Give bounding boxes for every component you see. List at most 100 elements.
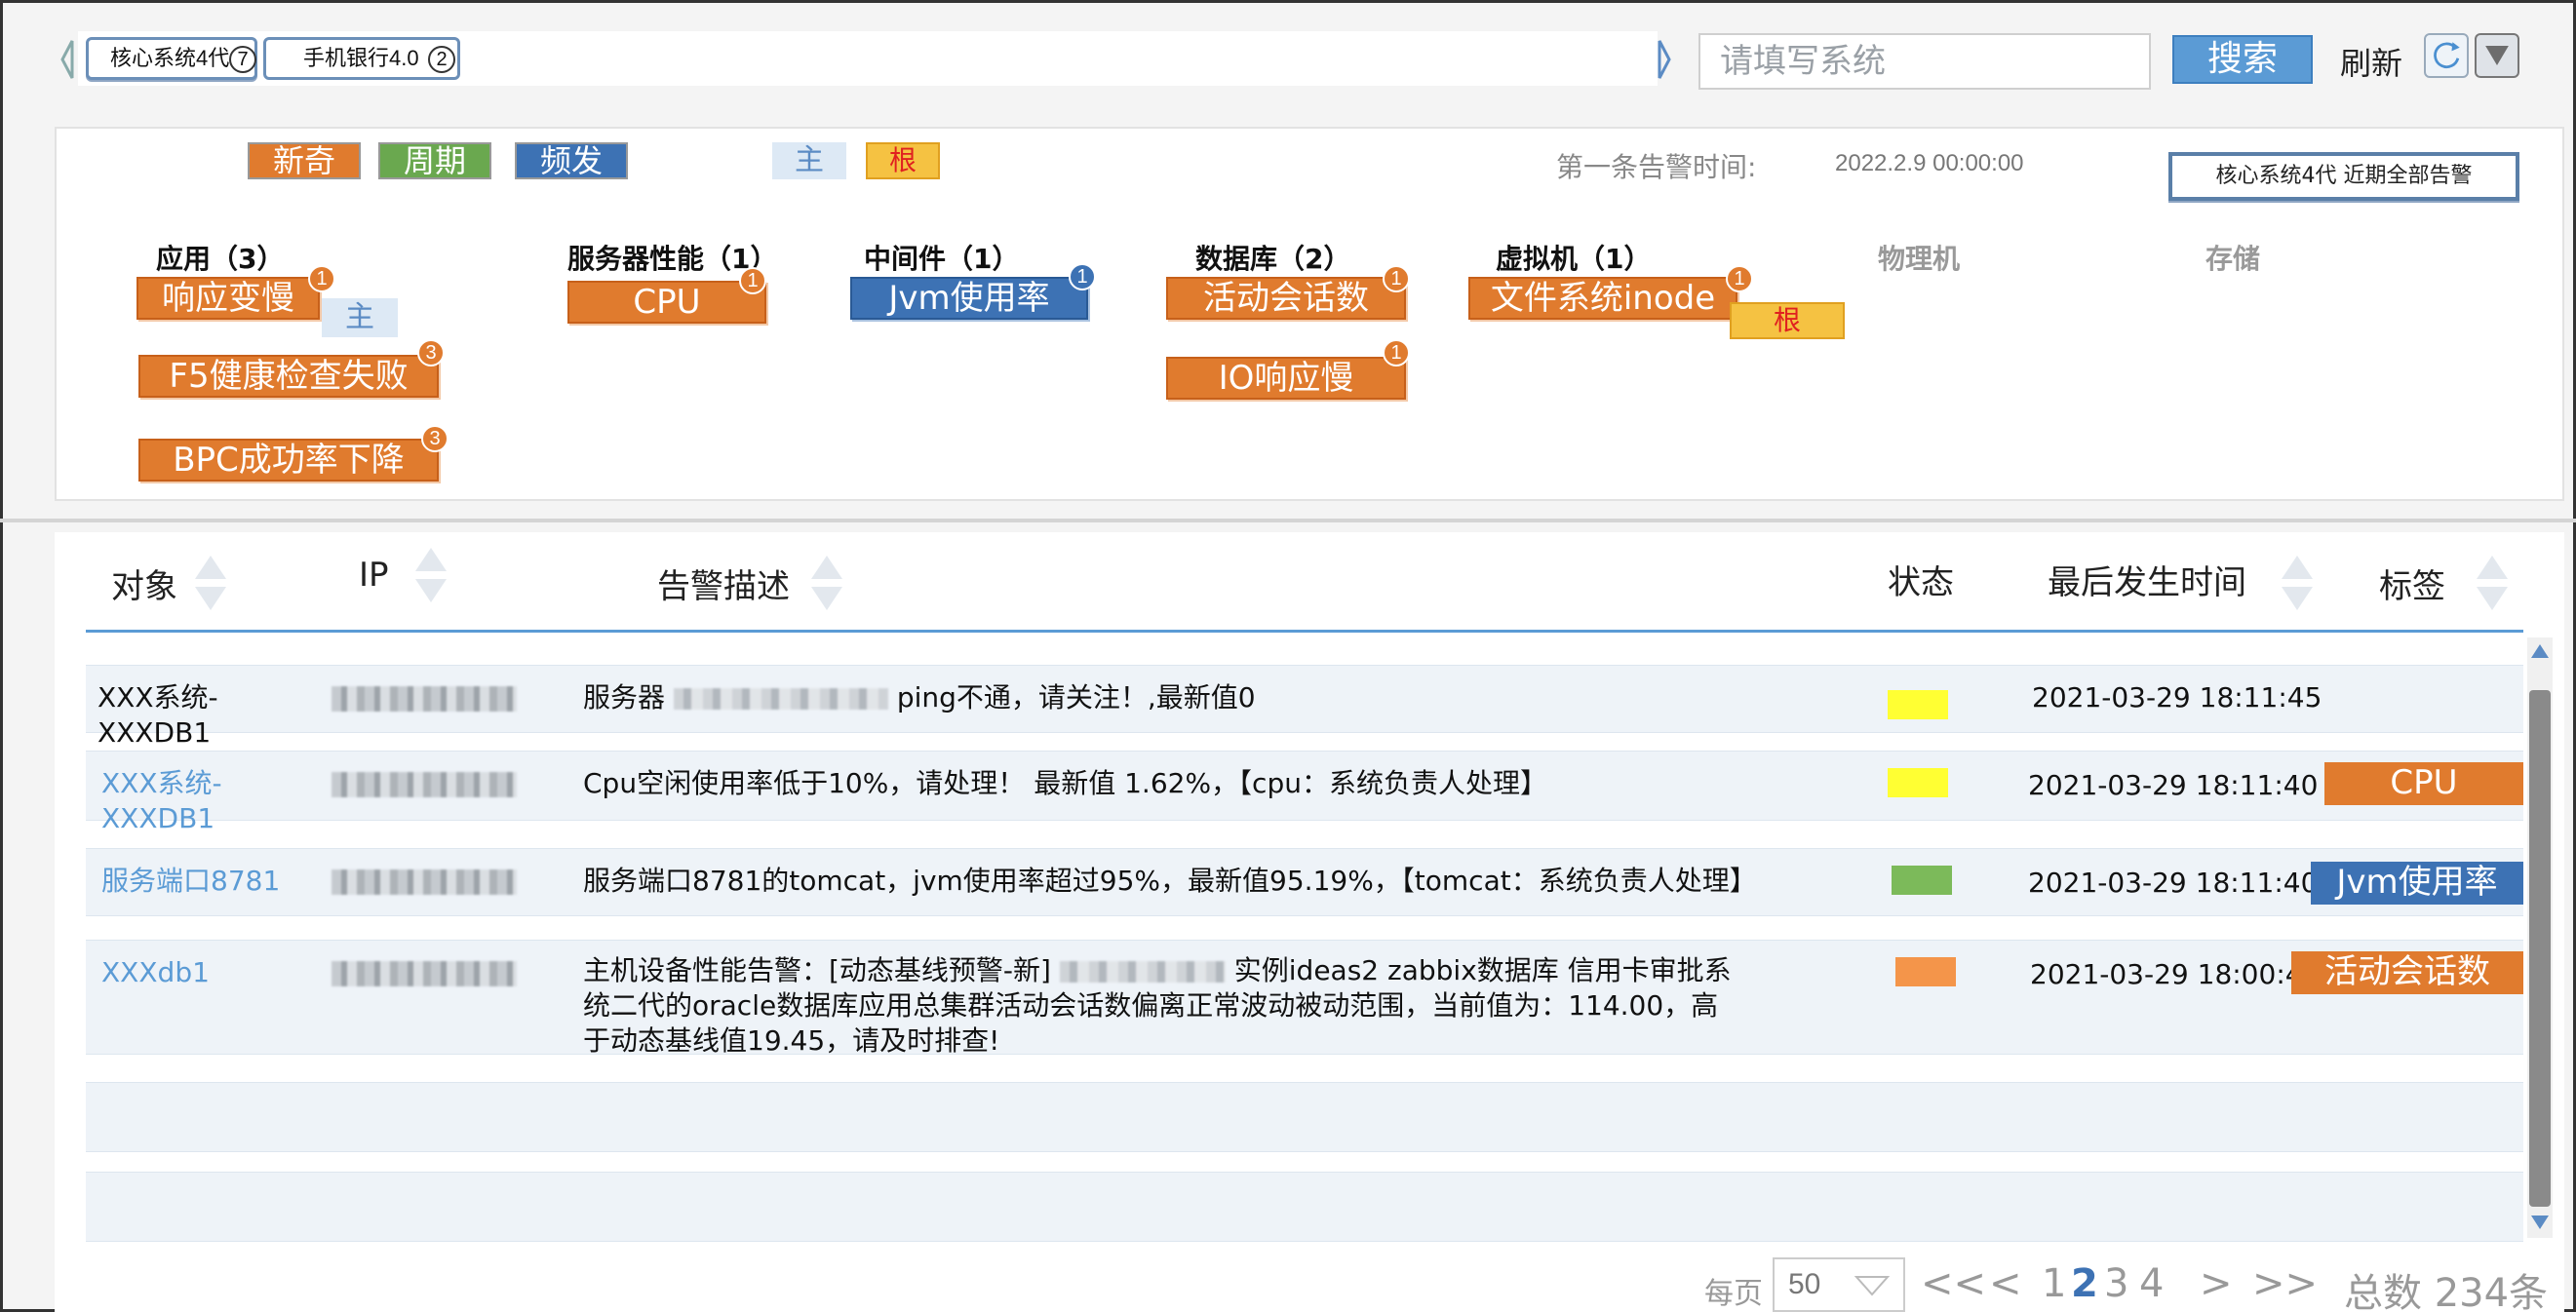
sort-icon[interactable] (193, 552, 228, 614)
metric-count-badge: 3 (421, 425, 449, 452)
table-row-empty (86, 1082, 2523, 1152)
category-storage: 存储 (2205, 243, 2261, 275)
tab-count-badge: 7 (229, 46, 256, 73)
metric-bpc-success-rate-drop[interactable]: BPC成功率下降 (138, 439, 439, 482)
metric-count-badge: 1 (1383, 339, 1410, 367)
row-description: 服务器 ping不通，请关注！,最新值0 (583, 681, 1256, 714)
row-object-link[interactable]: XXX系统-XXXDB1 (101, 766, 248, 836)
tab-mobile-banking[interactable]: 手机银行4.0 2 (263, 37, 460, 80)
sort-icon[interactable] (809, 552, 844, 614)
metric-label: 文件系统inode (1490, 279, 1716, 318)
redacted-hostname (673, 688, 888, 710)
row-description-line-2: 统二代的oracle数据库应用总集群活动会话数偏离正常波动被动范围，当前值为：1… (583, 989, 1719, 1022)
total-count: 总数 234条 (2344, 1271, 2549, 1312)
refresh-icon[interactable] (2424, 33, 2469, 78)
column-header-object[interactable]: 对象 (111, 560, 177, 607)
column-header-status: 状态 (1888, 563, 1954, 602)
scroll-right-icon[interactable] (1654, 35, 1675, 84)
category-database: 数据库（2） (1195, 243, 1351, 275)
row-description: Cpu空闲使用率低于10%，请处理！ 最新值 1.62%，【cpu：系统负责人处… (583, 767, 1547, 799)
first-alert-time-label: 第一条告警时间: (1556, 151, 1757, 183)
category-virtual-machine: 虚拟机（1） (1496, 243, 1652, 275)
status-indicator (1892, 866, 1952, 895)
table-row-empty (86, 1172, 2523, 1242)
scroll-down-icon[interactable] (2529, 1213, 2551, 1232)
row-last-time: 2021-03-29 18:11:40 (2028, 769, 2319, 801)
system-search-input[interactable] (1698, 33, 2151, 90)
status-indicator (1888, 690, 1948, 719)
metric-count-badge: 1 (739, 267, 766, 294)
tab-core-system[interactable]: 核心系统4代 7 (86, 37, 257, 80)
ip-address-redacted (332, 772, 517, 797)
recent-all-alerts-button[interactable]: 核心系统4代 近期全部告警 (2168, 152, 2519, 201)
metric-count-badge: 1 (1069, 263, 1096, 290)
row-tag-jvm[interactable]: Jvm使用率 (2311, 862, 2523, 905)
category-middleware: 中间件（1） (864, 243, 1020, 275)
metric-count-badge: 1 (308, 265, 335, 292)
row-object-link[interactable]: XXXdb1 (101, 955, 210, 990)
status-indicator (1888, 768, 1948, 797)
metric-jvm-usage[interactable]: Jvm使用率 (850, 277, 1088, 320)
prev-page-button[interactable]: < (1989, 1261, 2022, 1306)
column-header-description[interactable]: 告警描述 (657, 560, 790, 607)
sort-icon[interactable] (2280, 552, 2315, 614)
row-description: 服务端口8781的tomcat，jvm使用率超过95%，最新值95.19%，【t… (583, 865, 1757, 897)
sort-icon[interactable] (2475, 552, 2510, 614)
row-last-time: 2021-03-29 18:00:4 (2030, 958, 2291, 990)
metric-io-response-slow[interactable]: IO响应慢 (1166, 357, 1406, 400)
column-header-ip[interactable]: IP (359, 556, 389, 595)
legend-novel: 新奇 (248, 142, 361, 179)
row-tag-cpu[interactable]: CPU (2324, 762, 2523, 805)
tab-label: 核心系统4代 (110, 46, 230, 70)
status-indicator (1895, 957, 1956, 986)
first-page-button[interactable]: << (1921, 1261, 1986, 1306)
metric-label: 响应变慢 (162, 279, 294, 318)
metric-slow-response[interactable]: 响应变慢 (137, 277, 320, 320)
scrollbar-thumb[interactable] (2529, 690, 2551, 1207)
row-tag-active-sessions[interactable]: 活动会话数 (2291, 951, 2523, 994)
metric-filesystem-inode[interactable]: 文件系统inode (1468, 277, 1737, 320)
page-2-current[interactable]: 2 (2071, 1261, 2098, 1306)
row-description-line-3: 于动态基线值19.45，请及时排查! (583, 1024, 1000, 1057)
legend-periodic: 周期 (378, 142, 491, 179)
first-alert-time-value: 2022.2.9 00:00:00 (1835, 150, 2024, 176)
metric-label: CPU (633, 283, 701, 322)
scroll-left-icon[interactable] (57, 35, 78, 84)
legend-frequent: 频发 (515, 142, 628, 179)
row-description-line-1: 主机设备性能告警：[动态基线预警-新] 实例ideas2 zabbix数据库 信… (583, 954, 1732, 986)
metric-label: 活动会话数 (1203, 279, 1369, 318)
column-header-tag[interactable]: 标签 (2379, 560, 2445, 607)
root-tag: 根 (1730, 302, 1845, 339)
column-header-last-time[interactable]: 最后发生时间 (2048, 556, 2246, 603)
table-header-divider (86, 630, 2523, 633)
search-button[interactable]: 搜索 (2172, 35, 2313, 84)
page-3[interactable]: 3 (2104, 1261, 2128, 1306)
tab-count-badge: 2 (428, 46, 455, 73)
row-object: XXX系统-XXXDB1 (98, 681, 218, 749)
ip-address-redacted (332, 869, 517, 895)
per-page-value: 50 (1788, 1268, 1821, 1300)
redacted-instance (1059, 961, 1226, 983)
last-page-button[interactable]: >> (2252, 1261, 2318, 1306)
page-4[interactable]: 4 (2139, 1261, 2164, 1306)
metric-count-badge: 3 (417, 339, 445, 367)
metric-f5-health-check-failed[interactable]: F5健康检查失败 (138, 355, 439, 398)
chevron-down-icon (1854, 1276, 1891, 1296)
metric-label: BPC成功率下降 (173, 441, 405, 480)
row-last-time: 2021-03-29 18:11:45 (2032, 681, 2322, 714)
dropdown-icon[interactable] (2475, 33, 2519, 78)
page-1[interactable]: 1 (2042, 1261, 2066, 1306)
per-page-select[interactable]: 50 (1773, 1257, 1905, 1312)
next-page-button[interactable]: > (2200, 1261, 2233, 1306)
metric-count-badge: 1 (1726, 265, 1753, 292)
category-application: 应用（3） (156, 243, 285, 275)
scroll-up-icon[interactable] (2529, 641, 2551, 661)
sort-icon[interactable] (413, 544, 449, 606)
ip-address-redacted (332, 961, 517, 986)
legend-root-tag: 根 (866, 142, 940, 179)
legend-main-tag: 主 (772, 142, 846, 179)
row-object-link[interactable]: 服务端口8781 (101, 864, 280, 899)
metric-cpu[interactable]: CPU (567, 281, 766, 324)
metric-active-sessions[interactable]: 活动会话数 (1166, 277, 1406, 320)
metric-label: Jvm使用率 (888, 279, 1050, 318)
